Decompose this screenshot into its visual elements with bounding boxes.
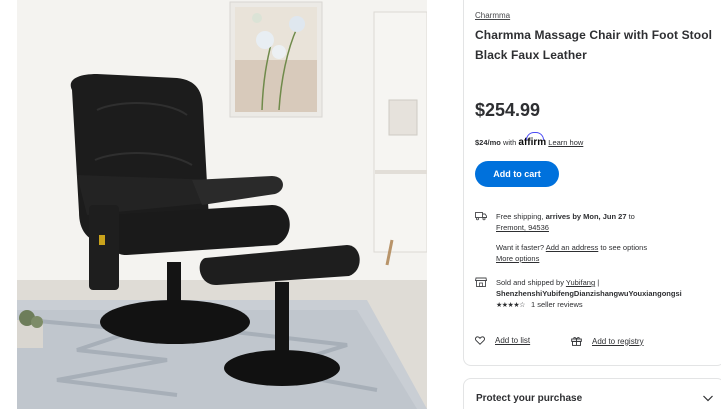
monthly-payment: $24/mo bbox=[475, 138, 501, 147]
gift-icon bbox=[571, 336, 582, 346]
wall-art bbox=[229, 1, 323, 118]
protect-purchase-panel[interactable]: Protect your purchase bbox=[463, 378, 721, 409]
chevron-down-icon[interactable] bbox=[702, 393, 714, 403]
seller-full-name: ShenzhenshiYubifengDianzishangwuYouxiang… bbox=[496, 289, 682, 298]
seller-link[interactable]: Yubifang bbox=[566, 278, 595, 287]
shelf bbox=[373, 11, 427, 266]
product-price: $254.99 bbox=[475, 100, 541, 120]
add-to-list-button[interactable]: Add to list bbox=[475, 336, 530, 345]
product-image[interactable] bbox=[17, 0, 427, 409]
truck-icon bbox=[475, 212, 487, 221]
add-to-registry-button[interactable]: Add to registry bbox=[571, 336, 644, 346]
financing-with-text: with bbox=[502, 138, 517, 147]
seller-rating-stars-icon: ★★★★☆ bbox=[496, 302, 525, 309]
add-to-list-label[interactable]: Add to list bbox=[495, 336, 530, 345]
shipping-location-link[interactable]: Fremont, 94536 bbox=[496, 223, 549, 232]
see-options-text: to see options bbox=[600, 243, 648, 252]
add-to-cart-button[interactable]: Add to cart bbox=[475, 161, 559, 187]
seller-separator: | bbox=[597, 278, 600, 287]
want-faster-text: Want it faster? bbox=[496, 243, 545, 252]
shipping-to-text: to bbox=[628, 212, 635, 221]
seller-reviews-link[interactable]: 1 seller reviews bbox=[531, 300, 583, 309]
heart-icon bbox=[475, 336, 485, 345]
free-shipping-text: Free shipping, bbox=[496, 212, 544, 221]
product-buy-box: Charmma Charmma Massage Chair with Foot … bbox=[463, 0, 721, 409]
protect-purchase-title: Protect your purchase bbox=[476, 393, 583, 404]
affirm-logo-icon: affirm bbox=[518, 132, 546, 148]
brand-link[interactable]: Charmma bbox=[475, 11, 510, 20]
affirm-learn-how-link[interactable]: Learn how bbox=[548, 138, 583, 147]
add-to-registry-label[interactable]: Add to registry bbox=[592, 337, 644, 346]
sold-by-text: Sold and shipped by bbox=[496, 278, 564, 287]
arrival-date: arrives by Mon, Jun 27 bbox=[545, 212, 627, 221]
more-options-link[interactable]: More options bbox=[496, 254, 539, 263]
product-photo-illustration bbox=[17, 0, 427, 409]
add-address-link[interactable]: Add an address bbox=[546, 243, 599, 252]
affirm-financing: $24/mo with affirm Learn how bbox=[475, 132, 583, 148]
product-title: Charmma Massage Chair with Foot Stool Bl… bbox=[475, 28, 713, 62]
store-icon bbox=[475, 277, 487, 287]
